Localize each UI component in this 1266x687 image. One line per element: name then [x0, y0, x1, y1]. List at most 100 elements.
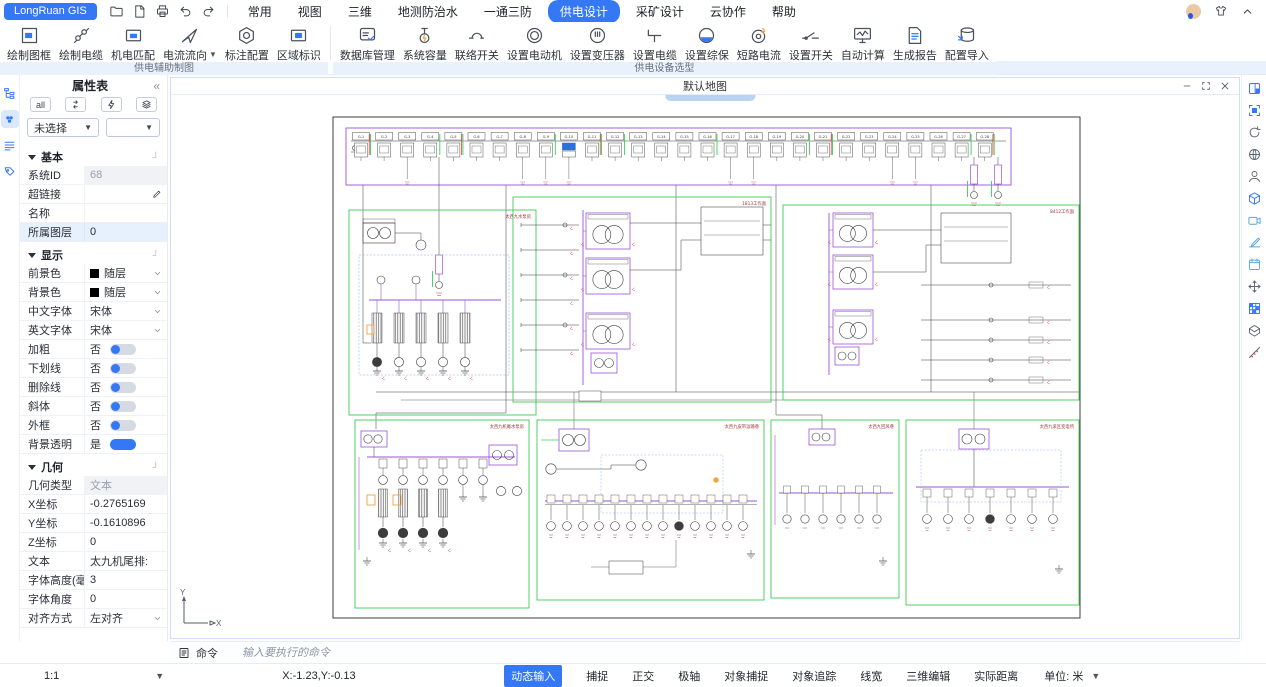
minimize-icon[interactable]: [1182, 81, 1192, 91]
property-value[interactable]: [84, 204, 167, 222]
ribbon-设置综保[interactable]: 设置综保: [681, 25, 733, 63]
ribbon-短路电流[interactable]: 短路电流: [733, 25, 785, 63]
menu-tab-帮助[interactable]: 帮助: [759, 1, 809, 22]
filter-layers-icon[interactable]: [136, 97, 157, 112]
toggle-switch[interactable]: [110, 382, 136, 393]
zoom-scale[interactable]: 1:1: [44, 670, 59, 682]
checker-icon[interactable]: [1246, 300, 1263, 317]
status-极轴[interactable]: 极轴: [678, 668, 700, 684]
section-header-几何[interactable]: 几何┘: [20, 458, 167, 476]
box3d-icon[interactable]: [1246, 322, 1263, 339]
property-value[interactable]: 否: [84, 340, 167, 358]
print-icon[interactable]: [155, 4, 170, 19]
list-icon[interactable]: [1, 136, 19, 154]
canvas-tab-title[interactable]: 默认地图: [171, 78, 1239, 94]
ribbon-机电匹配[interactable]: 机电匹配: [107, 25, 159, 63]
globe-grid-icon[interactable]: [1246, 146, 1263, 163]
property-value[interactable]: 0: [84, 533, 167, 551]
menu-tab-采矿设计[interactable]: 采矿设计: [623, 1, 697, 22]
property-value[interactable]: 0: [84, 223, 167, 241]
calendar-icon[interactable]: [1246, 256, 1263, 273]
filter-flash-icon[interactable]: [101, 97, 122, 112]
schematic-drawing[interactable]: G-1G-2G-3G-4G-5G-6G-7G-8G-9G-10G-11G-12G…: [171, 95, 1239, 638]
cube-icon[interactable]: [1246, 190, 1263, 207]
undo-icon[interactable]: [178, 4, 193, 19]
canvas-tab-indicator[interactable]: [665, 95, 755, 101]
status-三维编辑[interactable]: 三维编辑: [906, 668, 950, 684]
ribbon-区域标识[interactable]: 区域标识: [273, 25, 325, 63]
menu-tab-云协作[interactable]: 云协作: [697, 1, 759, 22]
command-input[interactable]: [242, 647, 1232, 659]
section-header-基本[interactable]: 基本┘: [20, 148, 167, 166]
property-value[interactable]: 否: [84, 359, 167, 377]
menu-tab-地测防治水[interactable]: 地测防治水: [385, 1, 471, 22]
property-value[interactable]: 3: [84, 571, 167, 589]
redo-icon[interactable]: [201, 4, 216, 19]
property-value[interactable]: 否: [84, 416, 167, 434]
menu-tab-供电设计[interactable]: 供电设计: [548, 0, 620, 23]
status-线宽[interactable]: 线宽: [860, 668, 882, 684]
ribbon-绘制图框[interactable]: 绘制图框: [3, 25, 55, 63]
app-logo[interactable]: LongRuan GIS: [4, 3, 97, 20]
toggle-switch[interactable]: [110, 420, 136, 431]
move-icon[interactable]: [1246, 278, 1263, 295]
ribbon-设置电动机[interactable]: 设置电动机: [503, 25, 566, 63]
scale-chevron-icon[interactable]: ▼: [155, 671, 164, 681]
property-value[interactable]: 随层: [84, 283, 167, 301]
property-value[interactable]: -0.2765169: [84, 495, 167, 513]
toggle-switch[interactable]: [110, 439, 136, 450]
panel-collapse-button[interactable]: «: [153, 79, 160, 93]
menu-tab-视图[interactable]: 视图: [285, 1, 335, 22]
status-捕捉[interactable]: 捕捉: [586, 668, 608, 684]
menu-tab-三维[interactable]: 三维: [335, 1, 385, 22]
ribbon-设置变压器[interactable]: 设置变压器: [566, 25, 629, 63]
ribbon-设置开关[interactable]: 设置开关: [785, 25, 837, 63]
property-value[interactable]: 宋体: [84, 321, 167, 339]
toggle-switch[interactable]: [110, 401, 136, 412]
ribbon-数据库管理[interactable]: 数据库管理: [336, 25, 399, 63]
ribbon-设置电缆[interactable]: 设置电缆: [629, 25, 681, 63]
maximize-icon[interactable]: [1201, 81, 1211, 91]
secondary-dropdown[interactable]: ▼: [106, 118, 160, 137]
user-icon[interactable]: [1246, 168, 1263, 185]
property-value[interactable]: [84, 185, 167, 203]
status-对象捕捉[interactable]: 对象捕捉: [724, 668, 768, 684]
cluster-icon[interactable]: [1, 110, 19, 128]
menu-tab-一通三防[interactable]: 一通三防: [471, 1, 545, 22]
property-value[interactable]: 是: [84, 435, 167, 453]
status-实际距离[interactable]: 实际距离: [974, 668, 1018, 684]
property-value[interactable]: 左对齐: [84, 609, 167, 627]
ribbon-标注配置[interactable]: 标注配置: [221, 25, 273, 63]
menu-tab-常用[interactable]: 常用: [235, 1, 285, 22]
property-value[interactable]: 文本: [84, 476, 167, 494]
property-value[interactable]: 否: [84, 397, 167, 415]
unit-selector[interactable]: 单位: 米 ▼: [1044, 668, 1100, 684]
section-header-显示[interactable]: 显示┘: [20, 246, 167, 264]
selection-dropdown[interactable]: 未选择 ▼: [27, 118, 99, 137]
ribbon-系统容量[interactable]: 系统容量: [399, 25, 451, 63]
theme-skin-icon[interactable]: [1214, 4, 1228, 18]
property-value[interactable]: 0: [84, 590, 167, 608]
property-value[interactable]: 68: [84, 166, 167, 184]
property-value[interactable]: 宋体: [84, 302, 167, 320]
status-正交[interactable]: 正交: [632, 668, 654, 684]
edit-pencil-icon[interactable]: [152, 189, 162, 199]
ribbon-绘制电缆[interactable]: 绘制电缆: [55, 25, 107, 63]
save-file-icon[interactable]: [132, 4, 147, 19]
property-value[interactable]: 随层: [84, 264, 167, 282]
toggle-switch[interactable]: [110, 344, 136, 355]
panel-layout-icon[interactable]: [1246, 80, 1263, 97]
filter-link-icon[interactable]: [65, 97, 86, 112]
toggle-switch[interactable]: [110, 363, 136, 374]
filter-all[interactable]: all: [30, 97, 51, 112]
measure-icon[interactable]: [1246, 344, 1263, 361]
ribbon-联络开关[interactable]: 联络开关: [451, 25, 503, 63]
collapse-ribbon-icon[interactable]: [1241, 5, 1254, 18]
tree-icon[interactable]: [1, 84, 19, 102]
close-icon[interactable]: [1220, 81, 1230, 91]
camera-icon[interactable]: [1246, 212, 1263, 229]
ribbon-生成报告[interactable]: 生成报告: [889, 25, 941, 63]
ribbon-电流流向[interactable]: 电流流向▼: [159, 25, 221, 63]
draw-icon[interactable]: [1246, 234, 1263, 251]
ribbon-配置导入[interactable]: 配置导入: [941, 25, 993, 63]
